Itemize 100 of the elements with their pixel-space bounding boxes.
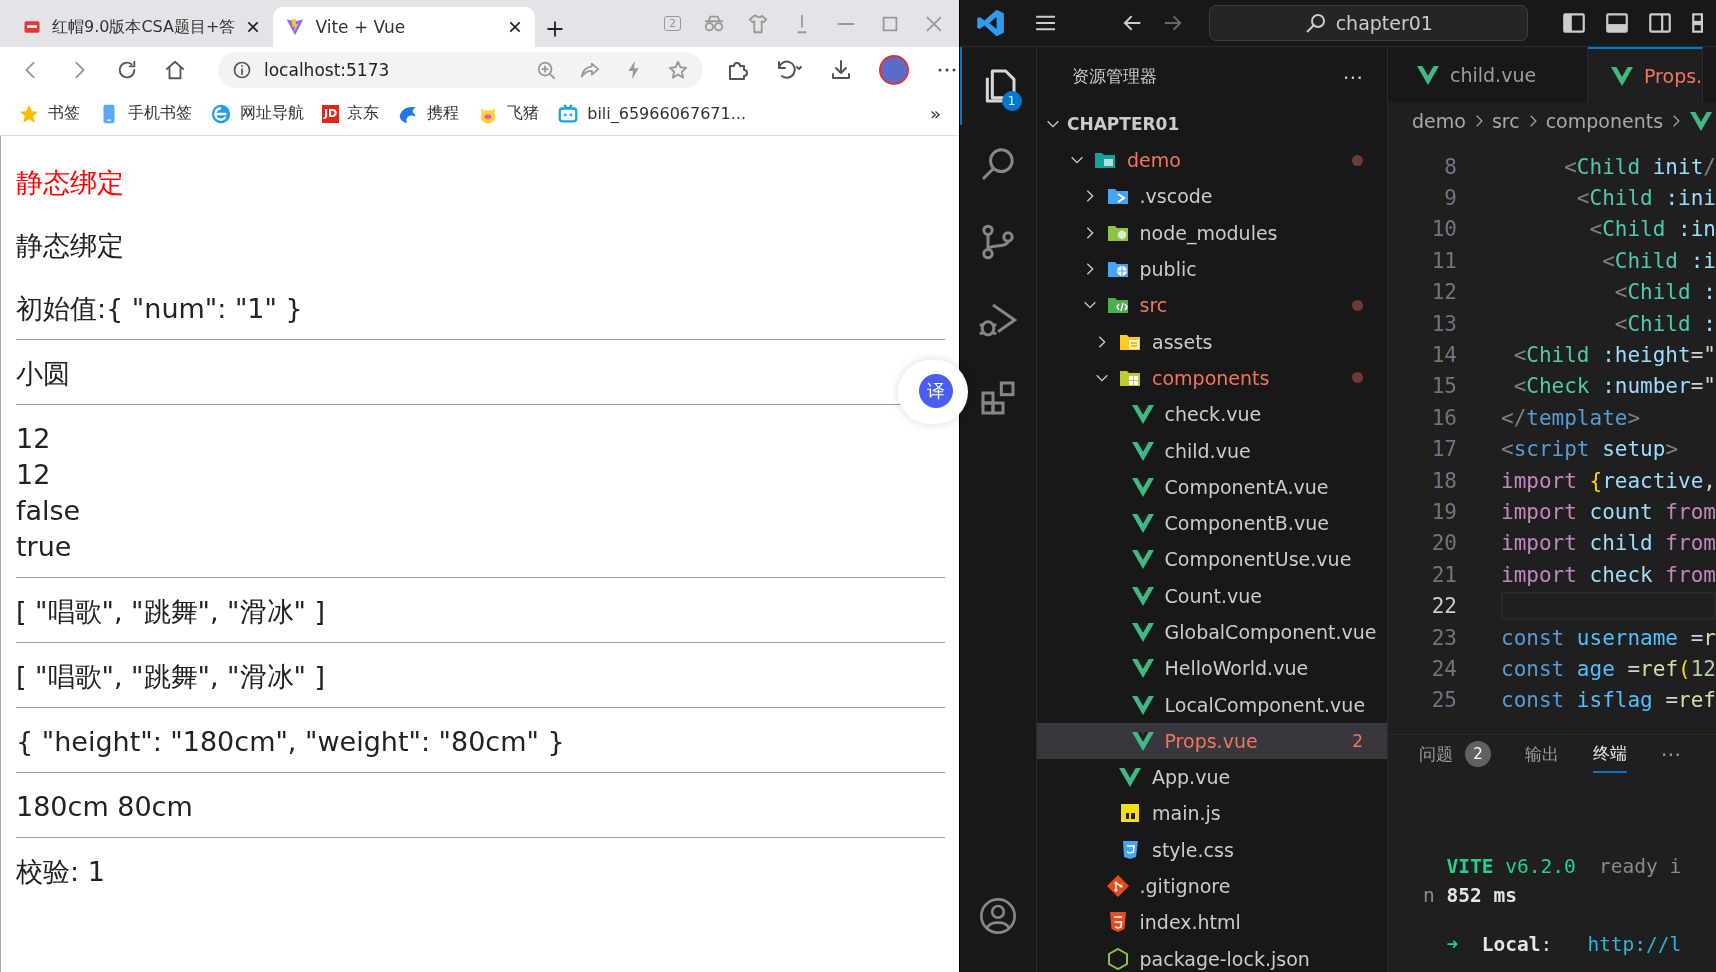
breadcrumb-item[interactable]: demo <box>1412 110 1466 132</box>
editor-tab[interactable]: Props. <box>1588 47 1704 102</box>
triangle-icon <box>285 17 306 37</box>
line-number: 8 <box>1443 154 1457 179</box>
tv-icon <box>557 102 580 125</box>
code-line: </template> <box>1501 405 1641 430</box>
line-number: 15 <box>1430 374 1457 399</box>
app-logo-icon <box>976 8 1006 38</box>
code-line: import count from <box>1501 500 1716 524</box>
tree-root[interactable]: CHAPTER01 <box>1037 106 1387 142</box>
translate-button[interactable]: 译 <box>919 374 953 408</box>
terminal-line: ➜ Local: http://l <box>1445 932 1682 958</box>
tree-item[interactable]: App.vue <box>1037 759 1387 796</box>
terminal-line: VITE v6.2.0 ready i <box>1445 854 1682 880</box>
bookmark[interactable]: 书签 <box>18 102 80 125</box>
vue-icon <box>1130 620 1155 644</box>
code-line: const username =r <box>1501 625 1716 650</box>
browser-tab[interactable]: Vite + Vue <box>273 7 536 47</box>
tree-item[interactable]: package-lock.json <box>1037 940 1387 972</box>
panel-tab[interactable]: 终端 <box>1593 735 1627 773</box>
tree-item[interactable]: child.vue <box>1037 432 1387 469</box>
account-icon[interactable] <box>978 896 1018 936</box>
tree-item[interactable]: HelloWorld.vue <box>1037 650 1387 687</box>
layout-icon[interactable] <box>1561 10 1587 36</box>
bookmark[interactable]: 手机书签 <box>98 102 192 125</box>
count-badge: 2 <box>1465 741 1491 767</box>
bookmark[interactable]: 网址导航 <box>210 102 304 125</box>
tree-item[interactable]: demo <box>1037 142 1387 179</box>
more-actions-button[interactable]: ⋯ <box>1661 742 1681 766</box>
line-number: 19 <box>1430 500 1457 524</box>
line-number: 23 <box>1430 625 1457 650</box>
tree-item[interactable]: src <box>1037 287 1387 324</box>
breadcrumb-item[interactable]: components <box>1545 110 1664 132</box>
breadcrumb-item[interactable]: src <box>1491 110 1520 132</box>
tree-item[interactable]: .gitignore <box>1037 867 1387 905</box>
code-line: <Child init/ <box>1563 154 1716 179</box>
line-number: 17 <box>1430 437 1457 462</box>
text-line: [ "唱歌", "跳舞", "滑冰" ] <box>16 595 326 629</box>
tree-item[interactable]: index.html <box>1037 904 1387 941</box>
text-line: 静态绑定 <box>16 229 124 263</box>
code-line: const isflag =ref <box>1501 688 1716 713</box>
search-field[interactable]: chapter01 <box>1208 5 1528 41</box>
line-number: 22 <box>1430 594 1457 619</box>
code-line: <script setup> <box>1501 437 1679 462</box>
status-dot <box>1352 299 1363 311</box>
layout-icon[interactable] <box>1604 10 1630 36</box>
line-number: 14 <box>1430 343 1457 368</box>
more-actions-button[interactable]: ⋯ <box>1343 64 1363 89</box>
home-icon[interactable] <box>164 58 186 81</box>
bookmark[interactable]: bili_65966067671... <box>557 102 746 125</box>
line-number: 13 <box>1430 311 1457 336</box>
text-line: { "height": "180cm", "weight": "80cm" } <box>16 725 565 759</box>
info-icon[interactable] <box>232 59 252 80</box>
code-line: <Child :ini <box>1575 186 1716 211</box>
panel-tab[interactable]: 问题 2 <box>1419 735 1491 773</box>
tree-item[interactable]: style.css <box>1037 831 1387 868</box>
reload-icon[interactable] <box>116 58 138 81</box>
tree-item[interactable]: ComponentB.vue <box>1037 504 1387 542</box>
text-line: 校验: 1 <box>16 855 105 889</box>
tree-item[interactable]: LocalComponent.vue <box>1037 686 1387 723</box>
tree-item[interactable]: ComponentA.vue <box>1037 468 1387 505</box>
tree-item[interactable]: Props.vue 2 <box>1037 722 1387 760</box>
status-dot <box>1352 372 1363 384</box>
avatar[interactable] <box>879 54 909 85</box>
text-line: 12 <box>16 458 51 492</box>
address-bar[interactable]: localhost:5173 <box>218 51 703 88</box>
plus-icon[interactable] <box>545 19 566 39</box>
tree-item[interactable]: public <box>1037 250 1387 288</box>
text-line: 静态绑定 <box>16 166 124 200</box>
bookmark[interactable]: 携程 <box>397 102 460 125</box>
more-bookmarks-button[interactable]: » <box>930 103 941 124</box>
text-line: 初始值:{ "num": "1" } <box>16 292 303 326</box>
tree-item[interactable]: components <box>1037 359 1387 397</box>
tree-item[interactable]: main.js <box>1037 795 1387 832</box>
line-number: 16 <box>1430 405 1457 430</box>
star-outline-icon[interactable] <box>667 58 689 81</box>
code-line: import check from <box>1501 562 1716 587</box>
tree-item[interactable]: Count.vue <box>1037 577 1387 614</box>
browser-tab[interactable]: 红帽9.0版本CSA题目+答 <box>10 7 274 47</box>
tree-item[interactable]: assets <box>1037 323 1387 360</box>
tree-item[interactable]: node_modules <box>1037 214 1387 251</box>
tree-item[interactable]: GlobalComponent.vue <box>1037 613 1387 651</box>
text-line: 180cm 80cm <box>16 790 193 824</box>
tree-item[interactable]: check.vue <box>1037 396 1387 433</box>
text-line: [ "唱歌", "跳舞", "滑冰" ] <box>16 660 326 694</box>
notification-badge: 1 <box>1001 91 1022 111</box>
layout-icon[interactable] <box>1647 10 1673 36</box>
tree-item[interactable]: .vscode <box>1037 178 1387 215</box>
json-file-icon <box>1105 946 1130 971</box>
bookmark[interactable]: JD 京东 <box>322 103 380 124</box>
line-number: 24 <box>1430 656 1457 681</box>
line-number: 10 <box>1430 217 1457 242</box>
code-line: <Child :height=" <box>1512 343 1716 368</box>
download-icon[interactable] <box>829 57 853 82</box>
code-line: import {reactive, <box>1501 468 1716 493</box>
line-number: 11 <box>1430 248 1457 273</box>
bookmark[interactable]: 飞猪 <box>477 102 540 125</box>
line-number: 18 <box>1430 468 1457 493</box>
panel-tab[interactable]: 输出 <box>1525 735 1559 773</box>
tree-item[interactable]: ComponentUse.vue <box>1037 541 1387 578</box>
